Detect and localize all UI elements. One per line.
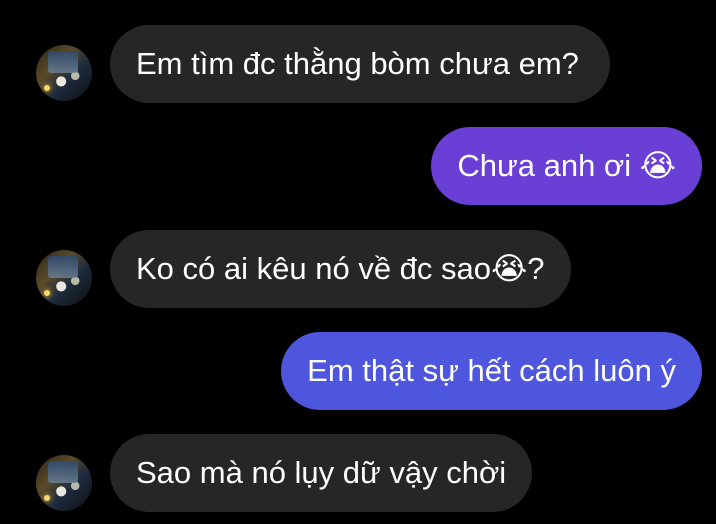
message-bubble-incoming[interactable]: Sao mà nó lụy dữ vậy chời (110, 434, 533, 512)
message-text: Em tìm đc thằng bòm chưa em? (136, 46, 579, 81)
message-text-suffix: ? (527, 251, 545, 286)
crying-face-emoji-icon: 😭 (491, 251, 528, 287)
message-bubble-incoming[interactable]: Em tìm đc thằng bòm chưa em? (110, 25, 610, 103)
message-text: Sao mà nó lụy dữ vậy chời (136, 455, 507, 490)
message-text: Ko có ai kêu nó về đc sao (136, 251, 492, 286)
message-bubble-outgoing[interactable]: Chưa anh ơi 😭 (431, 127, 702, 205)
message-text: Em thật sự hết cách luôn ý (307, 353, 676, 388)
sender-avatar[interactable] (36, 250, 92, 306)
crying-face-emoji-icon: 😭 (639, 148, 676, 184)
message-text: Chưa anh ơi (457, 148, 640, 183)
message-bubble-outgoing[interactable]: Em thật sự hết cách luôn ý (281, 332, 702, 410)
sender-avatar[interactable] (36, 45, 92, 101)
message-bubble-incoming[interactable]: Ko có ai kêu nó về đc sao😭? (110, 230, 571, 308)
sender-avatar[interactable] (36, 455, 92, 511)
